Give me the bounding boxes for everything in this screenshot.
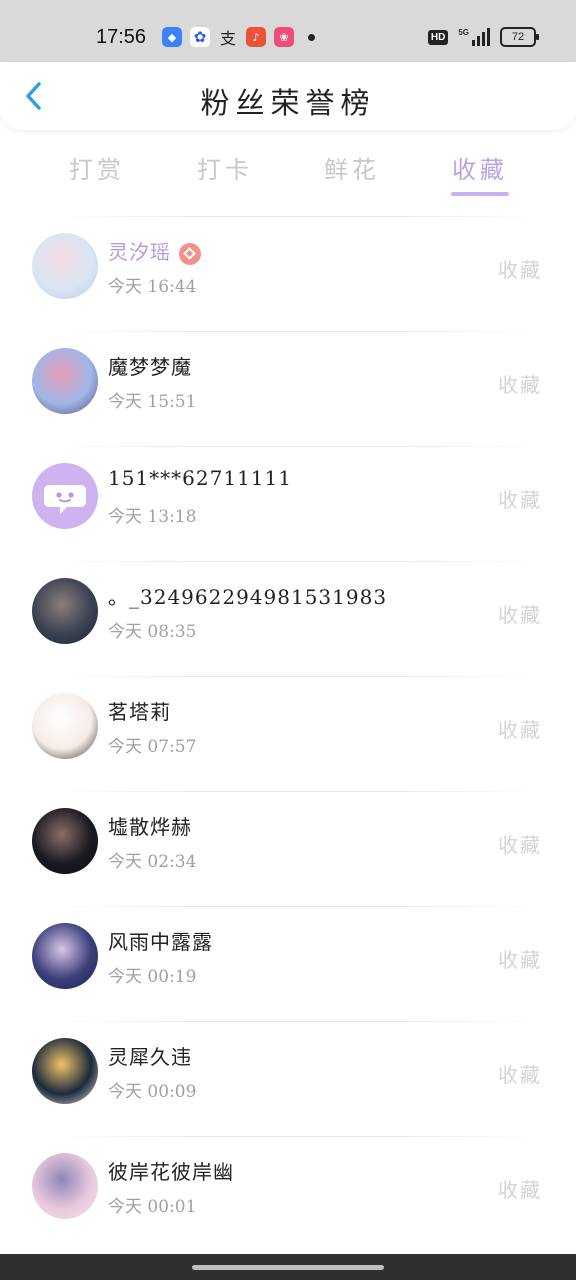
status-bar: 17:56 ◆ ✿ 支 ♪ ❀ HD 5G 72: [0, 0, 576, 62]
action-label-favorited: 收藏: [498, 488, 542, 512]
fan-name: 茗塔莉: [108, 696, 171, 725]
favorite-time: 今天 13:18: [108, 507, 197, 527]
list-item[interactable]: 魔梦梦魔今天 15:51 收藏: [0, 331, 576, 446]
avatar[interactable]: [32, 578, 98, 644]
tab-flowers[interactable]: 鲜花: [297, 150, 407, 185]
tab-favorites[interactable]: 收藏: [425, 150, 535, 185]
list-item[interactable]: 。_3249622949815​31983 今天 08:35 收藏: [0, 561, 576, 676]
list-item[interactable]: 墟散烨赫今天 02:34 收藏: [0, 791, 576, 906]
action-label-favorited: 收藏: [498, 373, 542, 397]
tab-checkin[interactable]: 打卡: [170, 150, 280, 185]
fan-name-text: 彼岸花彼岸幽: [108, 1160, 234, 1184]
avatar[interactable]: [32, 233, 98, 299]
fan-name: 灵犀久违: [108, 1041, 192, 1070]
list-item[interactable]: 灵汐瑶今天 16:44 收藏: [0, 216, 576, 331]
action-label-favorited: 收藏: [498, 1178, 542, 1202]
active-tab-indicator: [451, 192, 509, 196]
fan-name-text: 墟散烨赫: [108, 815, 192, 839]
tab-bar: 打赏 打卡 鲜花 收藏: [0, 140, 576, 200]
system-indicators: HD 5G 72: [427, 27, 539, 47]
fan-name-text: 灵犀久违: [108, 1045, 192, 1069]
fan-name-text: 灵汐瑶: [108, 240, 171, 264]
favorite-time: 今天 16:44: [108, 277, 197, 297]
action-label-favorited: 收藏: [498, 603, 542, 627]
action-label-favorited: 收藏: [498, 718, 542, 742]
avatar[interactable]: [32, 923, 98, 989]
action-label-favorited: 收藏: [498, 258, 542, 282]
favorite-time: 今天 00:01: [108, 1197, 197, 1217]
fan-name: 151***62711111: [108, 466, 292, 490]
favorites-list: 灵汐瑶 今天 16:44 收藏 魔梦梦魔 今天 15:51 收藏 151***6271111…: [0, 216, 576, 1251]
fan-name-text: 。_3249622949815​31983: [108, 585, 388, 609]
favorite-time: 今天 00:09: [108, 1082, 197, 1102]
fan-name: 风雨中露露: [108, 926, 213, 955]
fan-name-text: 151***62711111: [108, 466, 292, 490]
action-label-favorited: 收藏: [498, 833, 542, 857]
default-avatar-chat-icon[interactable]: [32, 463, 98, 529]
avatar[interactable]: [32, 1153, 98, 1219]
signal-icon: 5G: [458, 28, 490, 46]
list-item[interactable]: 风雨中露露今天 00:19 收藏: [0, 906, 576, 1021]
notification-icons: ◆ ✿ 支 ♪ ❀: [162, 27, 315, 48]
page-title: 粉丝荣誉榜: [200, 86, 376, 120]
favorite-time: 今天 15:51: [108, 392, 197, 412]
favorite-time: 今天 07:57: [108, 737, 197, 757]
list-item[interactable]: 151***62711111 今天 13:18 收藏: [0, 446, 576, 561]
diamond-badge-icon: [179, 242, 201, 265]
status-time: 17:56: [96, 26, 147, 48]
fan-name: 魔梦梦魔: [108, 351, 192, 380]
avatar[interactable]: [32, 1038, 98, 1104]
home-indicator[interactable]: [192, 1265, 384, 1270]
fan-name-text: 魔梦梦魔: [108, 355, 192, 379]
music-app-icon: ♪: [246, 27, 266, 47]
favorite-time: 今天 00:19: [108, 967, 197, 987]
favorite-time: 今天 02:34: [108, 852, 197, 872]
fan-name: 墟散烨赫: [108, 811, 192, 840]
network-type: 5G: [458, 28, 469, 37]
list-item[interactable]: 彼岸花彼岸幽今天 00:01 收藏: [0, 1136, 576, 1251]
fan-name: 灵汐瑶: [108, 236, 201, 265]
alipay-icon: 支: [219, 29, 236, 48]
hd-icon: HD: [427, 29, 449, 45]
favorite-time: 今天 08:35: [108, 622, 197, 642]
list-item[interactable]: 灵犀久违今天 00:09 收藏: [0, 1021, 576, 1136]
tab-reward[interactable]: 打赏: [42, 150, 152, 185]
system-nav-bar: [0, 1254, 576, 1280]
action-label-favorited: 收藏: [498, 948, 542, 972]
fan-name: 彼岸花彼岸幽: [108, 1156, 234, 1185]
blue-app-icon: ◆: [162, 27, 182, 47]
avatar[interactable]: [32, 808, 98, 874]
list-item[interactable]: 茗塔莉今天 07:57 收藏: [0, 676, 576, 791]
baidu-paw-icon: ✿: [190, 27, 210, 47]
fan-name: 。_3249622949815​31983: [108, 581, 387, 610]
fan-name-text: 风雨中露露: [108, 930, 213, 954]
more-notifications-dot: [308, 33, 315, 41]
avatar[interactable]: [32, 348, 98, 414]
action-label-favorited: 收藏: [498, 1063, 542, 1087]
avatar[interactable]: [32, 693, 98, 759]
fan-name-text: 茗塔莉: [108, 700, 171, 724]
top-nav-bar: 粉丝荣誉榜: [0, 62, 576, 130]
battery-icon: 72: [500, 27, 539, 47]
pink-app-icon: ❀: [274, 27, 294, 47]
